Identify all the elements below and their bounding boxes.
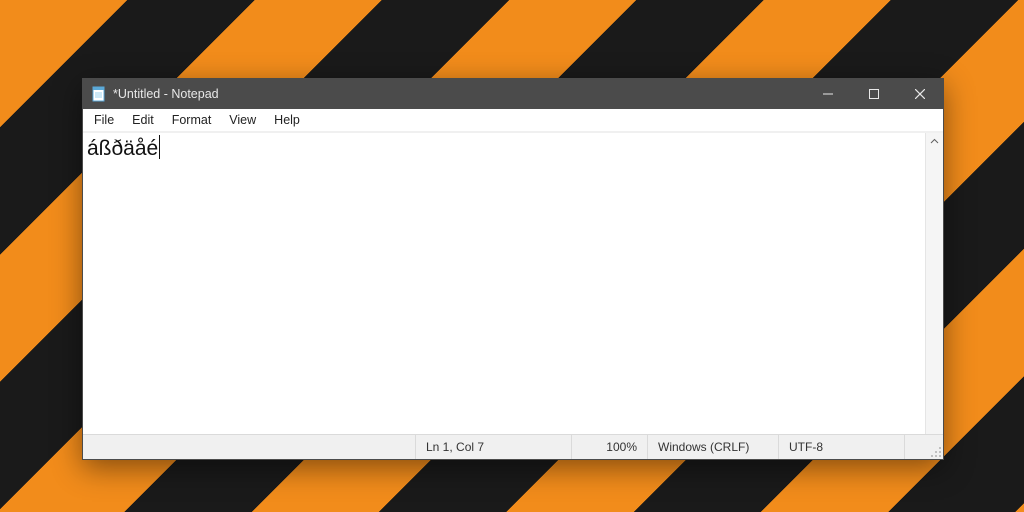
notepad-window: *Untitled - Notepad File Edit Format Vie…: [82, 78, 944, 460]
menu-format[interactable]: Format: [163, 111, 221, 129]
title-bar[interactable]: *Untitled - Notepad: [83, 79, 943, 109]
notepad-app-icon: [91, 86, 107, 102]
window-title: *Untitled - Notepad: [113, 87, 219, 101]
menu-view[interactable]: View: [220, 111, 265, 129]
editor-content: áßðäåé: [87, 137, 158, 160]
status-zoom: 100%: [572, 435, 648, 459]
resize-grip[interactable]: [905, 435, 943, 459]
vertical-scrollbar[interactable]: [925, 133, 943, 434]
menu-bar: File Edit Format View Help: [83, 109, 943, 132]
status-encoding: UTF-8: [779, 435, 905, 459]
text-caret: [159, 135, 160, 159]
minimize-button[interactable]: [805, 79, 851, 109]
status-position: Ln 1, Col 7: [416, 435, 572, 459]
editor-area: áßðäåé: [83, 132, 943, 434]
menu-edit[interactable]: Edit: [123, 111, 163, 129]
maximize-button[interactable]: [851, 79, 897, 109]
text-editor[interactable]: áßðäåé: [83, 133, 925, 434]
close-button[interactable]: [897, 79, 943, 109]
status-bar: Ln 1, Col 7 100% Windows (CRLF) UTF-8: [83, 434, 943, 459]
scroll-up-icon[interactable]: [926, 133, 943, 150]
menu-help[interactable]: Help: [265, 111, 309, 129]
status-eol: Windows (CRLF): [648, 435, 779, 459]
menu-file[interactable]: File: [85, 111, 123, 129]
status-spacer: [83, 435, 416, 459]
